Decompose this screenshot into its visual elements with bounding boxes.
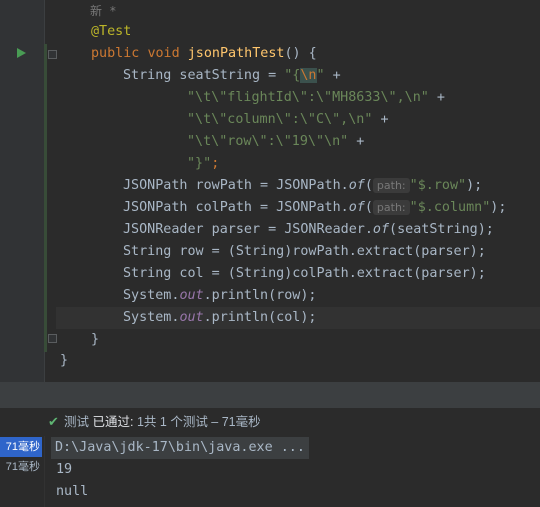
code-line: System.out.println(row); <box>123 285 317 307</box>
string-literal: "\t\"row\":\"19\"\n" <box>187 134 349 149</box>
console-command[interactable]: D:\Java\jdk-17\bin\java.exe ... <box>51 437 309 459</box>
string-literal: "$.row" <box>409 178 467 193</box>
string-literal: " <box>316 68 325 83</box>
check-icon: ✔ <box>48 414 59 429</box>
code-line: String seatString = "{\n" + <box>123 65 341 87</box>
code-line: JSONReader parser = JSONReader.of(seatSt… <box>123 219 494 241</box>
code-line: "}"; <box>187 153 219 175</box>
string-literal: "}" <box>187 156 212 171</box>
col-extract: String col = (String)colPath.extract(par… <box>123 266 486 281</box>
string-literal: "{ <box>284 68 301 83</box>
parameter-hint: path: <box>372 200 410 215</box>
run-panel: ✔ 测试 已通过: 1共 1 个测试 – 71毫秒 71毫秒 71毫秒 D:\J… <box>0 408 540 507</box>
reader-decl: JSONReader parser = JSONReader. <box>123 222 373 237</box>
string-literal: "\t\"column\":\"C\",\n" <box>187 112 373 127</box>
code-line: @Test <box>91 21 131 43</box>
method-of: of <box>372 222 390 237</box>
code-line: 新 * <box>90 0 116 22</box>
colpath-decl: JSONPath colPath = JSONPath. <box>123 200 349 215</box>
paren-close: ); <box>490 200 507 215</box>
code-line: JSONPath colPath = JSONPath.of(path: "$.c… <box>123 197 506 219</box>
code-line: } <box>60 350 68 372</box>
keyword-public: public <box>91 46 140 61</box>
method-tail: () { <box>284 46 317 61</box>
keyword-void: void <box>147 46 180 61</box>
test-tree-item[interactable]: 71毫秒 <box>0 457 42 477</box>
plus-operator: + <box>372 112 389 127</box>
panel-divider[interactable] <box>0 382 540 408</box>
plus-operator: + <box>348 134 365 149</box>
plus-operator: + <box>324 68 341 83</box>
code-line: } <box>91 329 99 351</box>
method-close-brace: } <box>91 332 100 347</box>
code-line: String row = (String)rowPath.extract(par… <box>123 241 486 263</box>
test-tree[interactable]: 71毫秒 71毫秒 <box>0 436 45 507</box>
method-of: of <box>348 200 365 215</box>
fold-toggle-icon[interactable] <box>48 50 57 59</box>
vcs-change-marker <box>44 44 47 352</box>
system-class: System. <box>123 288 180 303</box>
status-summary: 1共 1 个测试 – 71毫秒 <box>136 415 261 429</box>
plus-operator: + <box>428 90 445 105</box>
semicolon: ; <box>211 156 220 171</box>
test-status-bar: ✔ 测试 已通过: 1共 1 个测试 – 71毫秒 <box>0 408 540 436</box>
println-call: .println(col); <box>203 310 317 325</box>
string-literal: "$.column" <box>409 200 491 215</box>
code-line: "\t\"row\":\"19\"\n" + <box>187 131 364 153</box>
test-status-text: 测试 已通过: 1共 1 个测试 – 71毫秒 <box>64 408 261 436</box>
status-passed: 已通过: <box>92 415 134 429</box>
method-of: of <box>348 178 365 193</box>
out-field: out <box>179 310 204 325</box>
code-line: String col = (String)colPath.extract(par… <box>123 263 486 285</box>
code-line: System.out.println(col); <box>123 307 317 329</box>
rowpath-decl: JSONPath rowPath = JSONPath. <box>123 178 349 193</box>
out-field: out <box>179 288 204 303</box>
paren: ( <box>364 178 373 193</box>
code-editor[interactable]: 新 * @Test public void jsonPathTest() { S… <box>0 0 540 382</box>
code-line: JSONPath rowPath = JSONPath.of(path: "$.r… <box>123 175 482 197</box>
test-annotation: @Test <box>91 24 132 39</box>
run-test-icon[interactable] <box>17 48 26 58</box>
fold-toggle-icon[interactable] <box>48 334 57 343</box>
code-line: public void jsonPathTest() { <box>91 43 317 65</box>
test-tree-item[interactable]: 71毫秒 <box>0 437 42 457</box>
println-call: .println(row); <box>203 288 317 303</box>
row-extract: String row = (String)rowPath.extract(par… <box>123 244 486 259</box>
string-literal: "\t\"flightId\":\"MH8633\",\n" <box>187 90 429 105</box>
class-close-brace: } <box>60 353 69 368</box>
inlay-hint-new: 新 * <box>90 4 117 18</box>
method-name: jsonPathTest <box>187 46 285 61</box>
parameter-hint: path: <box>372 178 410 193</box>
escape-sequence: \n <box>300 68 317 83</box>
console-output-line: 19 <box>56 462 73 477</box>
paren: ( <box>364 200 373 215</box>
reader-args: (seatString); <box>389 222 494 237</box>
status-prefix: 测试 <box>64 415 90 429</box>
paren-close: ); <box>466 178 483 193</box>
code-line: "\t\"column\":\"C\",\n" + <box>187 109 389 131</box>
seat-decl: String seatString = <box>123 68 285 83</box>
system-class: System. <box>123 310 180 325</box>
console-output-line: null <box>56 484 89 499</box>
code-line: "\t\"flightId\":\"MH8633\",\n" + <box>187 87 445 109</box>
